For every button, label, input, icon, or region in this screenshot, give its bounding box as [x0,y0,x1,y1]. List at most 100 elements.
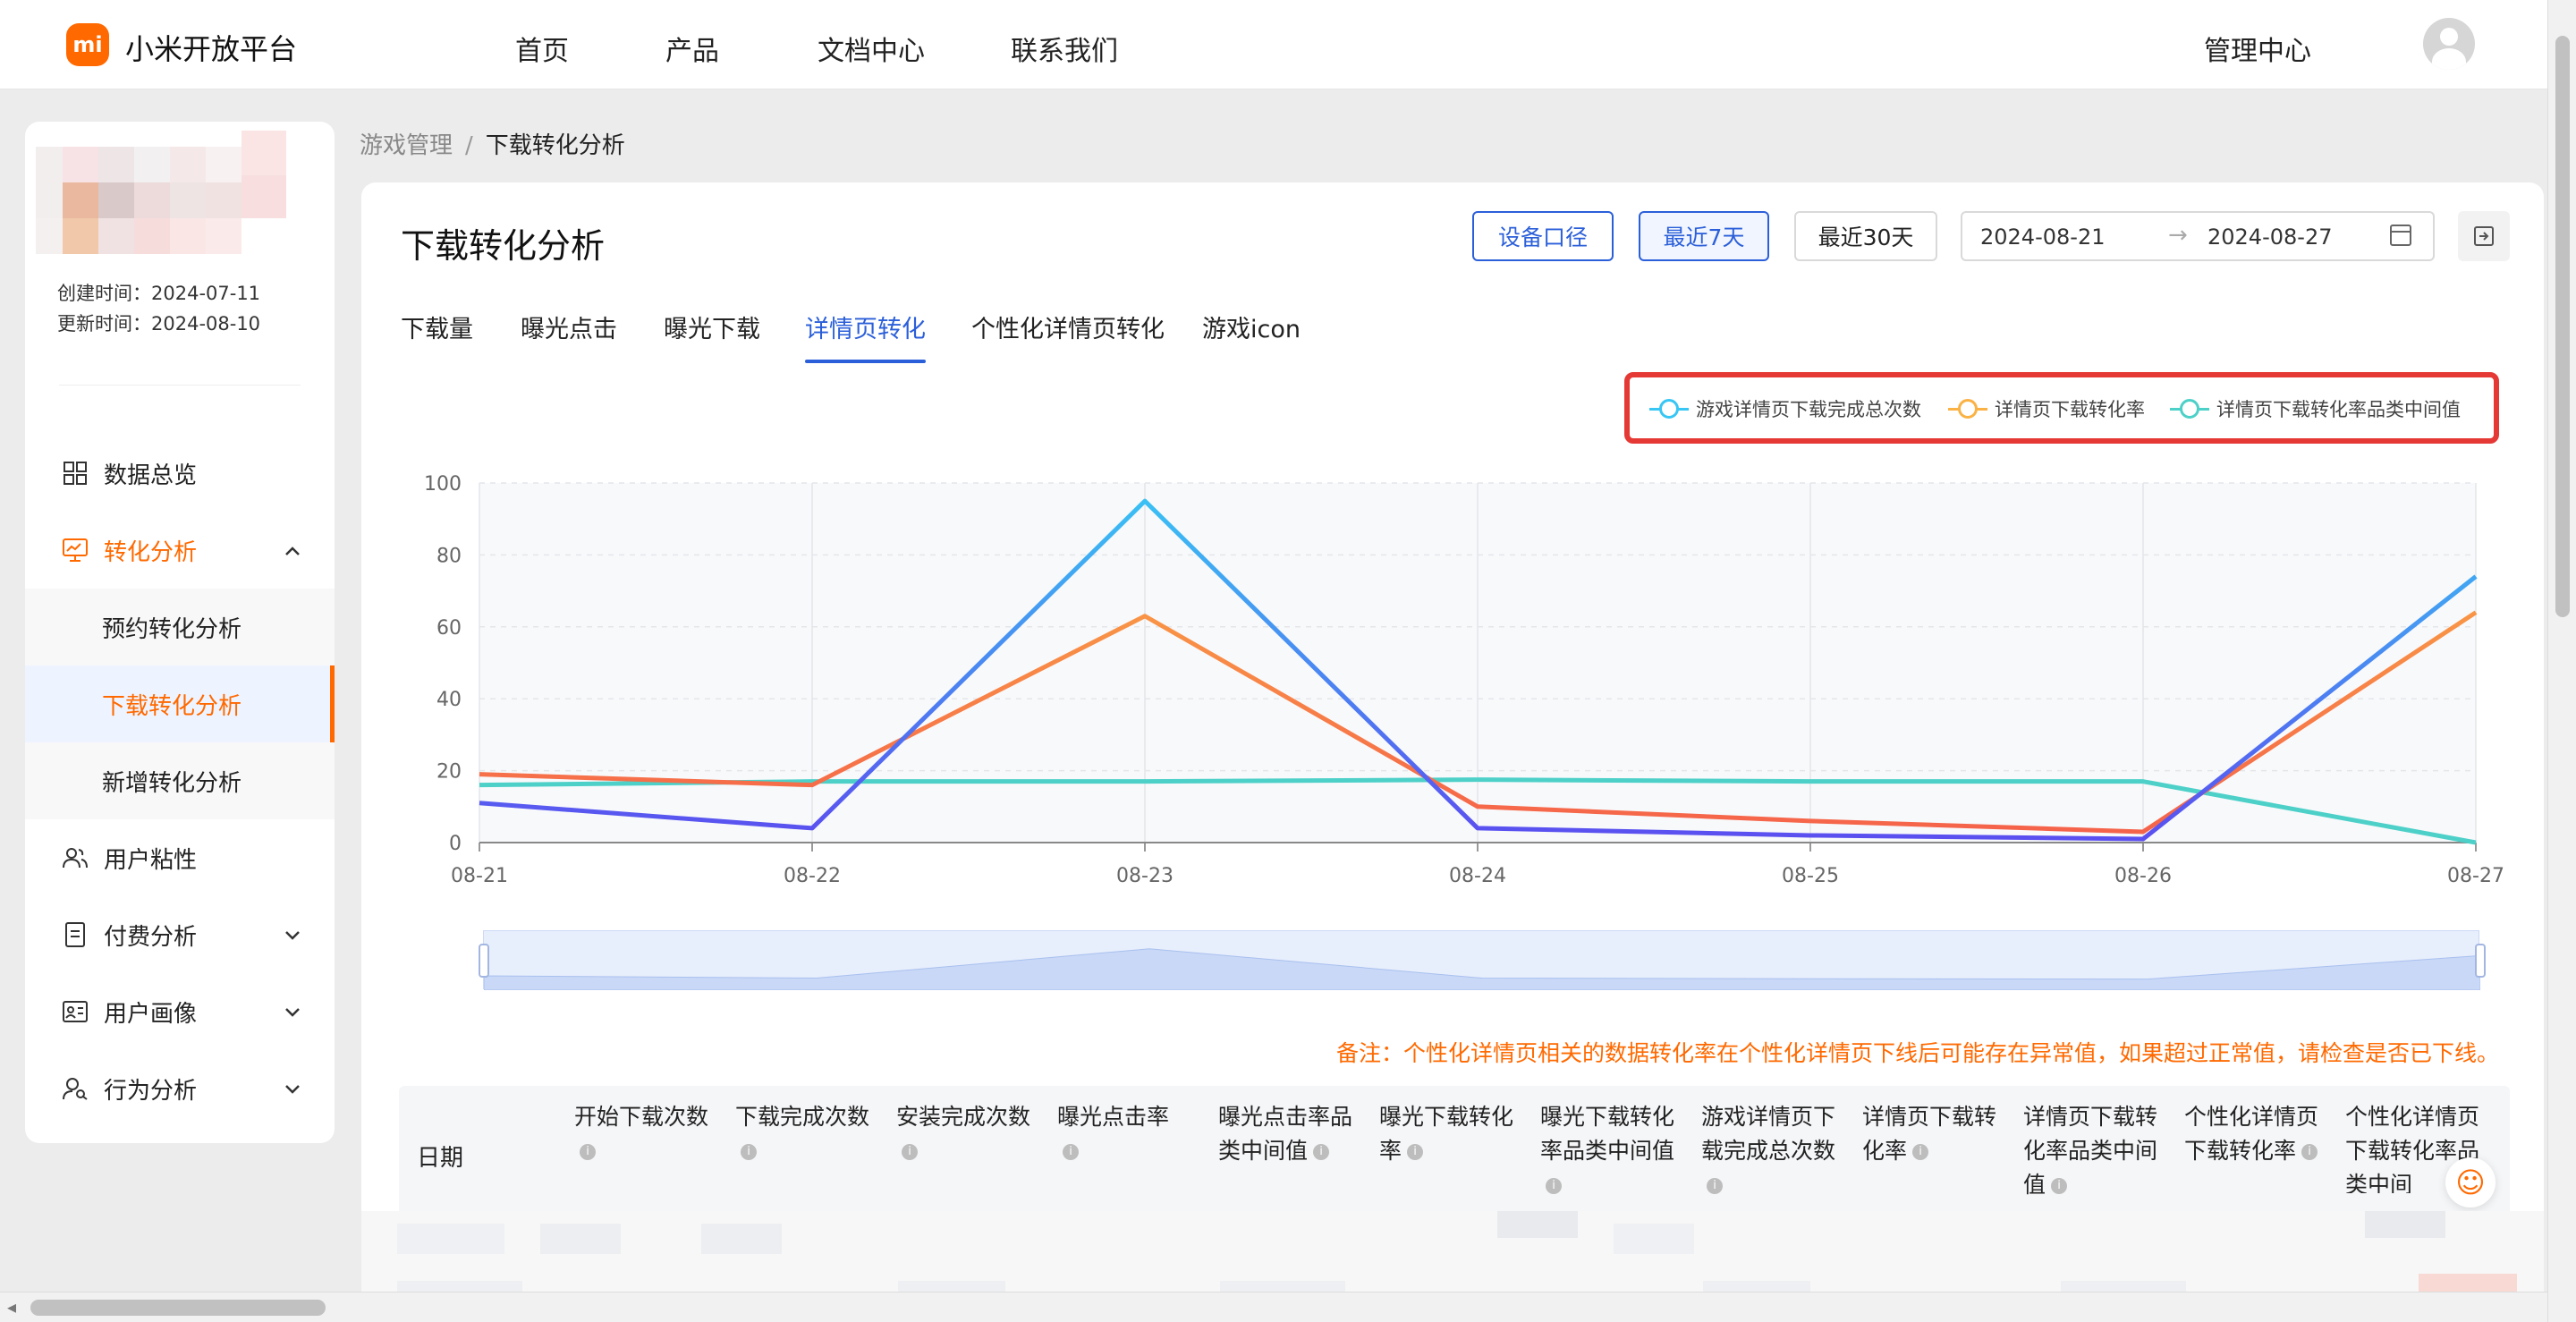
nav-home[interactable]: 首页 [515,29,569,68]
info-icon[interactable]: i [1407,1144,1424,1160]
column-header[interactable]: 曝光下载转化率品类中间值 i [1540,1086,1692,1218]
legend-swatch [1649,399,1689,419]
breadcrumb-parent[interactable]: 游戏管理 [360,132,453,159]
column-header[interactable]: 曝光下载转化率 i [1379,1086,1531,1218]
info-icon[interactable]: i [902,1144,918,1160]
column-header[interactable]: 详情页下载转化率 i [1862,1086,2014,1218]
range-arrow-icon: → [2168,222,2188,249]
legend-item-total-downloads[interactable]: 游戏详情页下载完成总次数 [1649,395,1921,422]
chart-zoom-slider[interactable] [479,930,2486,990]
column-header[interactable]: 曝光点击率 i [1057,1086,1209,1218]
menu-label: 付费分析 [104,923,198,951]
feedback-smile-icon[interactable]: ☺ [2445,1157,2496,1208]
user-avatar-icon[interactable] [2423,18,2475,70]
y-tick-label: 20 [436,761,462,784]
main-card: 下载转化分析 设备口径 最近7天 最近30天 2024-08-21 → 2024… [361,182,2544,1322]
updated-time: 更新时间：2024-08-10 [57,313,261,335]
tab-downloads[interactable]: 下载量 [401,309,473,344]
info-icon[interactable]: i [1912,1144,1929,1160]
submenu-download-conversion[interactable]: 下载转化分析 [25,665,335,742]
info-icon[interactable]: i [1313,1144,1330,1160]
end-date[interactable]: 2024-08-27 [2207,225,2332,250]
info-icon[interactable]: i [741,1144,757,1160]
table-header: 日期 开始下载次数 i 下载完成次数 i 安装完成次数 i 曝光点击率 i 曝光点击率品… [399,1086,2510,1218]
vertical-scrollbar[interactable] [2547,0,2576,1322]
menu-data-overview[interactable]: 数据总览 [25,435,335,512]
menu-user-portrait[interactable]: 用户画像 [25,973,335,1050]
y-tick-label: 100 [424,473,462,496]
menu-user-stickiness[interactable]: 用户粘性 [25,819,335,896]
chevron-up-icon [284,539,301,562]
slider-left-handle[interactable] [479,944,489,978]
export-icon[interactable] [2458,211,2510,261]
line-chart: 0 20 40 60 80 100 08-21 08-22 08-23 08-24 08-25 08-… [424,473,2504,887]
sidebar-divider [59,385,301,386]
scrollbar-thumb[interactable] [2555,36,2570,617]
remark-note: 备注：个性化详情页相关的数据转化率在个性化详情页下线后可能存在异常值，如果超过正… [1336,1040,2500,1066]
mi-logo-icon[interactable]: mi [66,23,109,66]
tab-detail-conversion[interactable]: 详情页转化 [805,309,926,363]
column-header[interactable]: 游戏详情页下载完成总次数 i [1701,1086,1853,1218]
chevron-down-icon [284,1078,301,1100]
submenu-label: 下载转化分析 [102,692,242,720]
date-range-picker[interactable]: 2024-08-21 → 2024-08-27 [1961,211,2435,261]
legend-item-conversion-rate[interactable]: 详情页下载转化率 [1948,395,2145,422]
column-header[interactable]: 曝光点击率品类中间值 i [1218,1086,1370,1218]
info-icon[interactable]: i [1063,1144,1079,1160]
menu-payment-analysis[interactable]: 付费分析 [25,896,335,973]
x-tick-label: 08-26 [2114,865,2172,887]
info-icon[interactable]: i [1546,1178,1562,1194]
column-title: 安装完成次数 [896,1104,1031,1130]
info-icon[interactable]: i [1707,1178,1723,1194]
id-card-icon [63,999,88,1024]
column-header[interactable]: 个性化详情页下载转化率 i [2184,1086,2336,1218]
breadcrumb-separator: / [465,132,473,159]
info-icon[interactable]: i [2051,1178,2068,1194]
last-30-days-button[interactable]: 最近30天 [1794,211,1937,261]
menu-label: 数据总览 [104,462,198,489]
device-scope-button[interactable]: 设备口径 [1472,211,1614,261]
chevron-down-icon [284,1001,301,1023]
chart-legend: 游戏详情页下载完成总次数 详情页下载转化率 详情页下载转化率品类中间值 [1624,372,2499,444]
tab-game-icon[interactable]: 游戏icon [1202,309,1301,344]
document-icon [63,922,88,947]
menu-behavior-analysis[interactable]: 行为分析 [25,1050,335,1127]
menu-conversion-analysis[interactable]: 转化分析 [25,512,335,589]
slider-preview [484,948,2480,990]
horizontal-scrollbar[interactable]: ◂ [0,1292,2547,1322]
info-icon[interactable]: i [580,1144,596,1160]
submenu-new-conversion[interactable]: 新增转化分析 [25,742,335,819]
menu-label: 用户粘性 [104,846,198,874]
submenu-reservation-conversion[interactable]: 预约转化分析 [25,589,335,665]
slider-right-handle[interactable] [2475,944,2486,978]
legend-item-category-median[interactable]: 详情页下载转化率品类中间值 [2170,395,2461,422]
tab-exposure-download[interactable]: 曝光下载 [664,309,760,344]
last-7-days-button[interactable]: 最近7天 [1639,211,1769,261]
column-header-date[interactable]: 日期 [417,1140,463,1173]
nav-contact[interactable]: 联系我们 [1011,29,1118,68]
column-title: 个性化详情页下载转化率 [2184,1104,2319,1164]
legend-label: 详情页下载转化率品类中间值 [2216,399,2461,420]
tab-exposure-click[interactable]: 曝光点击 [521,309,617,344]
column-header[interactable]: 下载完成次数 i [735,1086,887,1218]
menu-label: 用户画像 [104,1000,198,1028]
nav-products[interactable]: 产品 [665,29,719,68]
tab-personalized-detail-conversion[interactable]: 个性化详情页转化 [971,309,1165,344]
column-title: 游戏详情页下载完成总次数 [1701,1104,1836,1164]
column-header[interactable]: 安装完成次数 i [896,1086,1048,1218]
brand-name[interactable]: 小米开放平台 [125,27,297,68]
column-title: 详情页下载转化率 [1862,1104,1997,1164]
column-header[interactable]: 开始下载次数 i [574,1086,726,1218]
scrollbar-thumb[interactable] [30,1300,326,1316]
scroll-left-arrow-icon[interactable]: ◂ [7,1296,16,1318]
monitor-chart-icon [63,538,88,563]
start-date[interactable]: 2024-08-21 [1980,225,2105,250]
column-title: 详情页下载转化率品类中间值 [2023,1104,2158,1198]
calendar-icon[interactable] [2390,225,2411,246]
x-tick-label: 08-22 [784,865,841,887]
legend-label: 详情页下载转化率 [1995,399,2145,420]
nav-management-center[interactable]: 管理中心 [2204,29,2311,68]
info-icon[interactable]: i [2301,1144,2318,1160]
column-header[interactable]: 详情页下载转化率品类中间值 i [2023,1086,2175,1218]
nav-docs[interactable]: 文档中心 [818,29,925,68]
